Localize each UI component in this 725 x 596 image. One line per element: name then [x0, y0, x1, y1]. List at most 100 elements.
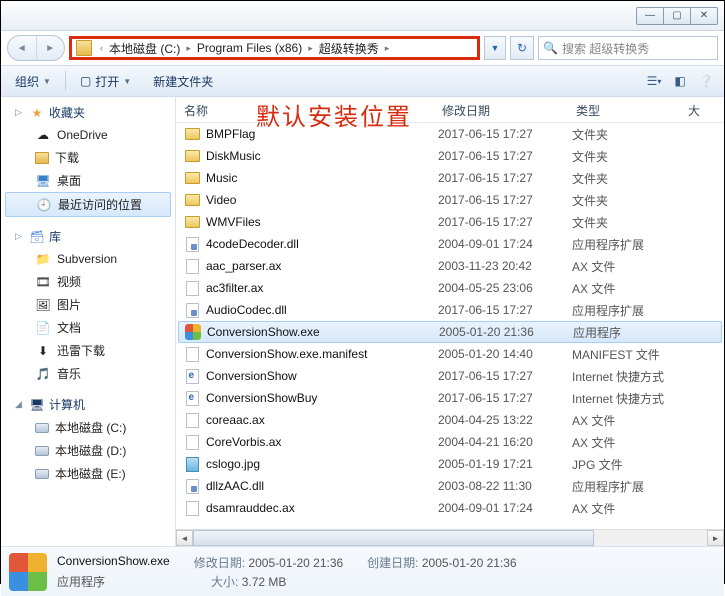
file-type: AX 文件: [572, 500, 702, 517]
file-name: cslogo.jpg: [206, 457, 438, 471]
file-date: 2017-06-15 17:27: [438, 149, 572, 163]
column-type[interactable]: 类型: [568, 102, 680, 119]
desktop-icon: 🖥: [35, 173, 51, 189]
file-date: 2003-11-23 20:42: [438, 259, 572, 273]
file-row[interactable]: ConversionShow.exe2005-01-20 21:36应用程序: [178, 321, 722, 343]
file-icon: [184, 412, 200, 428]
file-type: Internet 快捷方式: [572, 368, 702, 385]
column-date[interactable]: 修改日期: [434, 102, 568, 119]
file-date: 2004-04-25 13:22: [438, 413, 572, 427]
file-type: 文件夹: [572, 170, 702, 187]
nav-item-desktop[interactable]: 🖥桌面: [1, 169, 175, 192]
file-type: AX 文件: [572, 412, 702, 429]
details-type: 应用程序: [57, 573, 105, 590]
column-name[interactable]: 名称: [176, 102, 434, 119]
breadcrumb[interactable]: Program Files (x86): [195, 38, 304, 58]
disk-icon: [35, 446, 49, 456]
address-bar[interactable]: ‹ 本地磁盘 (C:) ▸ Program Files (x86) ▸ 超级转换…: [69, 36, 480, 60]
nav-item[interactable]: 📄文档: [1, 316, 175, 339]
nav-item[interactable]: ⬇迅雷下载: [1, 339, 175, 362]
view-button[interactable]: ☰▾: [642, 70, 666, 92]
file-type: 应用程序扩展: [572, 302, 702, 319]
nav-item-onedrive[interactable]: ☁OneDrive: [1, 124, 175, 146]
nav-arrows: ◄ ►: [7, 35, 65, 61]
file-row[interactable]: ConversionShow.exe.manifest2005-01-20 14…: [176, 343, 724, 365]
library-icon: 📁: [35, 251, 51, 267]
nav-group-libraries[interactable]: ▷🗃库: [1, 225, 175, 248]
breadcrumb[interactable]: 本地磁盘 (C:): [107, 38, 182, 58]
help-button[interactable]: ❔: [694, 70, 718, 92]
file-row[interactable]: ConversionShow2017-06-15 17:27Internet 快…: [176, 365, 724, 387]
file-name: BMPFlag: [206, 127, 438, 141]
refresh-button[interactable]: ↻: [510, 36, 534, 60]
scroll-left-button[interactable]: ◄: [176, 530, 193, 546]
file-row[interactable]: CoreVorbis.ax2004-04-21 16:20AX 文件: [176, 431, 724, 453]
preview-pane-button[interactable]: ◧: [668, 70, 692, 92]
forward-button[interactable]: ►: [37, 36, 65, 60]
file-type: 文件夹: [572, 126, 702, 143]
file-row[interactable]: 4codeDecoder.dll2004-09-01 17:24应用程序扩展: [176, 233, 724, 255]
scroll-thumb[interactable]: [193, 530, 594, 546]
organize-button[interactable]: 组织▼: [7, 70, 59, 93]
file-icon: [184, 258, 200, 274]
file-type: AX 文件: [572, 280, 702, 297]
back-button[interactable]: ◄: [8, 36, 37, 60]
file-row[interactable]: Video2017-06-15 17:27文件夹: [176, 189, 724, 211]
file-name: Video: [206, 193, 438, 207]
file-date: 2005-01-19 17:21: [438, 457, 572, 471]
column-size[interactable]: 大: [680, 102, 724, 119]
file-date: 2017-06-15 17:27: [438, 369, 572, 383]
history-dropdown[interactable]: ▼: [484, 36, 506, 60]
file-row[interactable]: WMVFiles2017-06-15 17:27文件夹: [176, 211, 724, 233]
file-icon: [185, 324, 201, 340]
nav-item-downloads[interactable]: 下载: [1, 146, 175, 169]
file-row[interactable]: ac3filter.ax2004-05-25 23:06AX 文件: [176, 277, 724, 299]
file-row[interactable]: cslogo.jpg2005-01-19 17:21JPG 文件: [176, 453, 724, 475]
recent-icon: 🕘: [36, 197, 52, 213]
nav-item[interactable]: 🎞视频: [1, 270, 175, 293]
file-row[interactable]: coreaac.ax2004-04-25 13:22AX 文件: [176, 409, 724, 431]
file-name: ac3filter.ax: [206, 281, 438, 295]
details-label: 修改日期:: [194, 556, 245, 570]
file-row[interactable]: AudioCodec.dll2017-06-15 17:27应用程序扩展: [176, 299, 724, 321]
new-folder-button[interactable]: 新建文件夹: [145, 70, 221, 93]
nav-item-drive-e[interactable]: 本地磁盘 (E:): [1, 462, 175, 485]
file-row[interactable]: DiskMusic2017-06-15 17:27文件夹: [176, 145, 724, 167]
nav-item[interactable]: 🖼图片: [1, 293, 175, 316]
breadcrumb[interactable]: 超级转换秀: [317, 38, 381, 58]
file-row[interactable]: aac_parser.ax2003-11-23 20:42AX 文件: [176, 255, 724, 277]
file-row[interactable]: dllzAAC.dll2003-08-22 11:30应用程序扩展: [176, 475, 724, 497]
file-name: CoreVorbis.ax: [206, 435, 438, 449]
file-icon: [184, 236, 200, 252]
file-row[interactable]: ConversionShowBuy2017-06-15 17:27Interne…: [176, 387, 724, 409]
nav-item-recent[interactable]: 🕘最近访问的位置: [5, 192, 171, 217]
close-button[interactable]: ✕: [690, 7, 718, 25]
file-type: Internet 快捷方式: [572, 390, 702, 407]
chevron-right-icon: ▸: [304, 43, 317, 54]
file-name: Music: [206, 171, 438, 185]
nav-item[interactable]: 🎵音乐: [1, 362, 175, 385]
file-name: aac_parser.ax: [206, 259, 438, 273]
nav-group-favorites[interactable]: ▷★收藏夹: [1, 101, 175, 124]
file-icon: [184, 368, 200, 384]
minimize-button[interactable]: —: [636, 7, 664, 25]
scroll-right-button[interactable]: ►: [707, 530, 724, 546]
pictures-icon: 🖼: [35, 297, 51, 313]
nav-item-drive-d[interactable]: 本地磁盘 (D:): [1, 439, 175, 462]
file-row[interactable]: dsamrauddec.ax2004-09-01 17:24AX 文件: [176, 497, 724, 519]
open-button[interactable]: ▢ 打开▼: [72, 70, 139, 93]
file-row[interactable]: Music2017-06-15 17:27文件夹: [176, 167, 724, 189]
details-value: 2005-01-20 21:36: [248, 556, 343, 570]
horizontal-scrollbar[interactable]: ◄ ►: [176, 529, 724, 546]
maximize-button[interactable]: ▢: [663, 7, 691, 25]
file-row[interactable]: BMPFlag2017-06-15 17:27文件夹: [176, 123, 724, 145]
search-input[interactable]: 🔍 搜索 超级转换秀: [538, 36, 718, 60]
nav-group-computer[interactable]: ◢🖥计算机: [1, 393, 175, 416]
file-name: dllzAAC.dll: [206, 479, 438, 493]
nav-item-drive-c[interactable]: 本地磁盘 (C:): [1, 416, 175, 439]
file-type: 文件夹: [572, 192, 702, 209]
file-date: 2005-01-20 21:36: [439, 325, 573, 339]
titlebar: — ▢ ✕: [1, 1, 724, 31]
nav-item[interactable]: 📁Subversion: [1, 248, 175, 270]
file-icon: [184, 456, 200, 472]
